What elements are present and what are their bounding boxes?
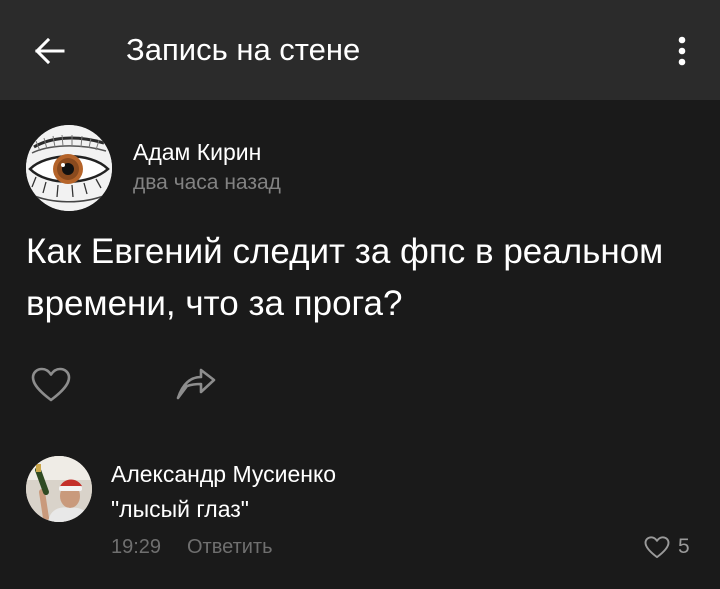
reply-button[interactable]: Ответить <box>187 534 273 560</box>
comment-author-name[interactable]: Александр Мусиенко <box>111 460 336 488</box>
post-like-button[interactable] <box>28 362 74 408</box>
comment-like-count: 5 <box>678 535 690 558</box>
top-app-bar: Запись на стене <box>0 0 720 100</box>
share-arrow-icon <box>176 368 216 400</box>
comment-like-button[interactable]: 5 <box>644 532 690 562</box>
post-author-name[interactable]: Адам Кирин <box>133 138 261 166</box>
heart-outline-icon <box>644 535 670 558</box>
comment-author-avatar[interactable] <box>26 456 92 522</box>
arrow-left-icon <box>34 37 65 65</box>
eye-avatar-image <box>26 125 112 211</box>
page-title: Запись на стене <box>126 32 361 67</box>
wall-post-screen: Запись на стене Адам Кирин два часа наза… <box>0 0 720 589</box>
post-share-button[interactable] <box>172 362 220 408</box>
more-vertical-icon <box>678 36 686 66</box>
post-timestamp: два часа назад <box>133 171 281 194</box>
comment-timestamp: 19:29 <box>111 536 162 558</box>
post-text: Как Евгений следит за фпс в реальном вре… <box>26 232 664 323</box>
comment-text: "лысый глаз" <box>111 496 249 522</box>
heart-outline-icon <box>31 367 71 402</box>
back-button[interactable] <box>24 28 74 74</box>
person-photo-avatar <box>26 456 92 522</box>
more-options-button[interactable] <box>662 28 702 74</box>
post-author-avatar[interactable] <box>26 125 112 211</box>
